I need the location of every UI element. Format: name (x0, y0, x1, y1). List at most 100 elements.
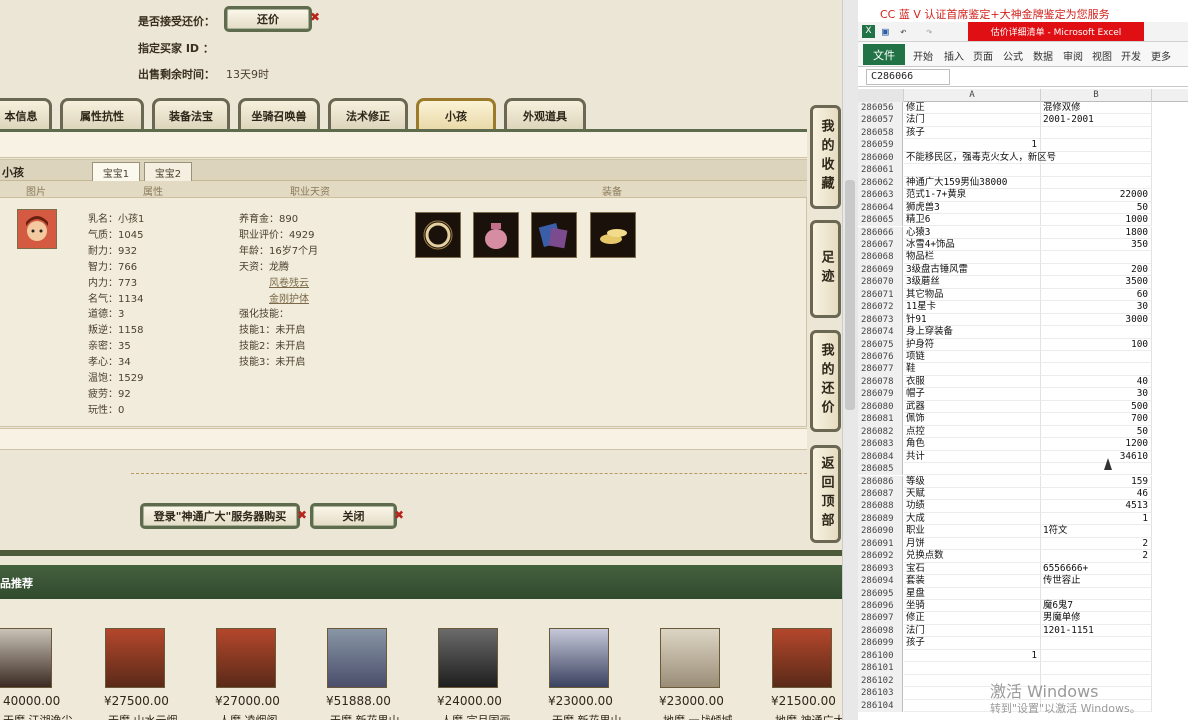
cell-b[interactable]: 34610 (1041, 450, 1152, 464)
card-name-4[interactable]: 天魔 新花果山 (330, 712, 400, 720)
redo-icon[interactable]: ↷ (926, 25, 933, 38)
row-number[interactable]: 286071 (858, 288, 903, 302)
row-number[interactable]: 286095 (858, 587, 903, 600)
row-number[interactable]: 286057 (858, 114, 903, 127)
card-name-6[interactable]: 天魔 新花果山 (552, 712, 622, 720)
cell-b[interactable] (1041, 151, 1152, 165)
cell-a[interactable]: 星盘 (904, 587, 1041, 600)
cell-b[interactable] (1041, 463, 1152, 476)
cell-a[interactable]: 3级盘古锤风雷 (904, 263, 1041, 277)
row-number[interactable]: 286097 (858, 612, 903, 625)
row-number[interactable]: 286078 (858, 375, 903, 389)
cell-b[interactable]: 50 (1041, 425, 1152, 439)
back-to-top-button[interactable]: 返回顶部 (810, 445, 841, 543)
cell-b[interactable] (1041, 351, 1152, 364)
cell-b[interactable]: 40 (1041, 375, 1152, 389)
cell-a[interactable]: 1 (904, 139, 1041, 152)
card-portrait-2[interactable] (105, 628, 165, 688)
tab-mounts[interactable]: 坐骑召唤兽 (238, 98, 320, 130)
cell-a[interactable] (904, 662, 1041, 675)
cell-b[interactable]: 22000 (1041, 189, 1152, 202)
cell-a[interactable]: 共计 (904, 450, 1041, 464)
row-number[interactable]: 286082 (858, 425, 903, 439)
cell-b[interactable]: 30 (1041, 388, 1152, 401)
cell-a[interactable] (904, 463, 1041, 476)
cell-b[interactable]: 6556666+ (1041, 562, 1152, 576)
talent-link-1[interactable]: 风卷残云 (269, 274, 309, 289)
cell-a[interactable]: 衣服 (904, 375, 1041, 389)
cell-a[interactable]: 孩子 (904, 637, 1041, 650)
name-box[interactable]: C286066 (866, 69, 950, 85)
ribbon-tab-data[interactable]: 数据 (1033, 48, 1053, 63)
row-number[interactable]: 286084 (858, 450, 903, 464)
ribbon-tab-view[interactable]: 视图 (1092, 48, 1112, 63)
cell-a[interactable]: 项链 (904, 351, 1041, 364)
row-number[interactable]: 286072 (858, 301, 903, 314)
row-number[interactable]: 286060 (858, 151, 903, 165)
row-number[interactable]: 286090 (858, 525, 903, 538)
card-portrait-6[interactable] (549, 628, 609, 688)
counter-offer-button[interactable]: 还价 (224, 6, 312, 32)
cell-b[interactable]: 2001-2001 (1041, 114, 1152, 127)
cell-b[interactable] (1041, 649, 1152, 663)
row-number[interactable]: 286061 (858, 164, 903, 177)
card-name-5[interactable]: 人魔 宗月国画 (441, 712, 511, 720)
cell-a[interactable]: 修正 (904, 102, 1041, 115)
cell-a[interactable]: 兑换点数 (904, 550, 1041, 563)
cell-b[interactable] (1041, 662, 1152, 675)
cell-a[interactable]: 不能移民区，强毒克火女人，新区号 (904, 151, 1056, 165)
card-portrait-3[interactable] (216, 628, 276, 688)
cell-b[interactable] (1041, 637, 1152, 650)
row-number[interactable]: 286070 (858, 276, 903, 289)
cell-a[interactable]: 坐骑 (904, 600, 1041, 613)
ribbon-tab-layout[interactable]: 页面 (973, 48, 993, 63)
cell-b[interactable] (1041, 176, 1152, 190)
ribbon-tab-insert[interactable]: 插入 (944, 48, 964, 63)
cell-b[interactable]: 2 (1041, 537, 1152, 551)
row-number[interactable]: 286065 (858, 214, 903, 227)
subtab-baby-1[interactable]: 宝宝1 (92, 162, 140, 181)
row-number[interactable]: 286087 (858, 487, 903, 501)
cell-a[interactable]: 修正 (904, 612, 1041, 625)
row-number[interactable]: 286058 (858, 126, 903, 140)
cell-a[interactable]: 武器 (904, 400, 1041, 414)
cell-a[interactable]: 护身符 (904, 338, 1041, 351)
cell-a[interactable]: 精卫6 (904, 214, 1041, 227)
cell-a[interactable]: 1 (904, 649, 1041, 663)
cell-b[interactable]: 159 (1041, 475, 1152, 488)
card-name-1[interactable]: 天魔 江湖逸尘 (3, 712, 73, 720)
cell-a[interactable]: 范式1-7+黄泉 (904, 189, 1041, 202)
row-number[interactable]: 286056 (858, 102, 903, 115)
cell-b[interactable] (1041, 363, 1152, 376)
cell-a[interactable]: 套装 (904, 575, 1041, 588)
subtab-baby-2[interactable]: 宝宝2 (144, 162, 192, 181)
row-number[interactable]: 286083 (858, 438, 903, 451)
cell-a[interactable]: 月饼 (904, 537, 1041, 551)
row-number[interactable]: 286088 (858, 500, 903, 513)
cell-b[interactable]: 100 (1041, 338, 1152, 351)
cell-a[interactable]: 鞋 (904, 363, 1041, 376)
row-number[interactable]: 286091 (858, 537, 903, 551)
row-number[interactable]: 286069 (858, 263, 903, 277)
card-name-2[interactable]: 天魔 山水云烟 (108, 712, 178, 720)
cell-a[interactable]: 心猿3 (904, 226, 1041, 239)
card-name-7[interactable]: 地魔 一战倾城 (663, 712, 733, 720)
tab-basic-info[interactable]: 本信息 (0, 98, 52, 130)
row-number[interactable]: 286102 (858, 674, 903, 688)
cell-a[interactable]: 法门 (904, 114, 1041, 127)
cell-b[interactable]: 1201-1151 (1041, 624, 1152, 638)
cell-a[interactable]: 孩子 (904, 126, 1041, 140)
tab-spells[interactable]: 法术修正 (328, 98, 408, 130)
row-number[interactable]: 286074 (858, 326, 903, 339)
row-number[interactable]: 286067 (858, 238, 903, 252)
cell-b[interactable]: 50 (1041, 201, 1152, 215)
cell-a[interactable]: 11星卡 (904, 301, 1041, 314)
cell-b[interactable]: 4513 (1041, 500, 1152, 513)
cell-a[interactable]: 针91 (904, 313, 1041, 327)
cell-a[interactable]: 天赋 (904, 487, 1041, 501)
cell-a[interactable]: 其它物品 (904, 288, 1041, 302)
row-number[interactable]: 286094 (858, 575, 903, 588)
cell-a[interactable]: 宝石 (904, 562, 1041, 576)
cell-b[interactable]: 1000 (1041, 214, 1152, 227)
cell-b[interactable] (1041, 139, 1152, 152)
